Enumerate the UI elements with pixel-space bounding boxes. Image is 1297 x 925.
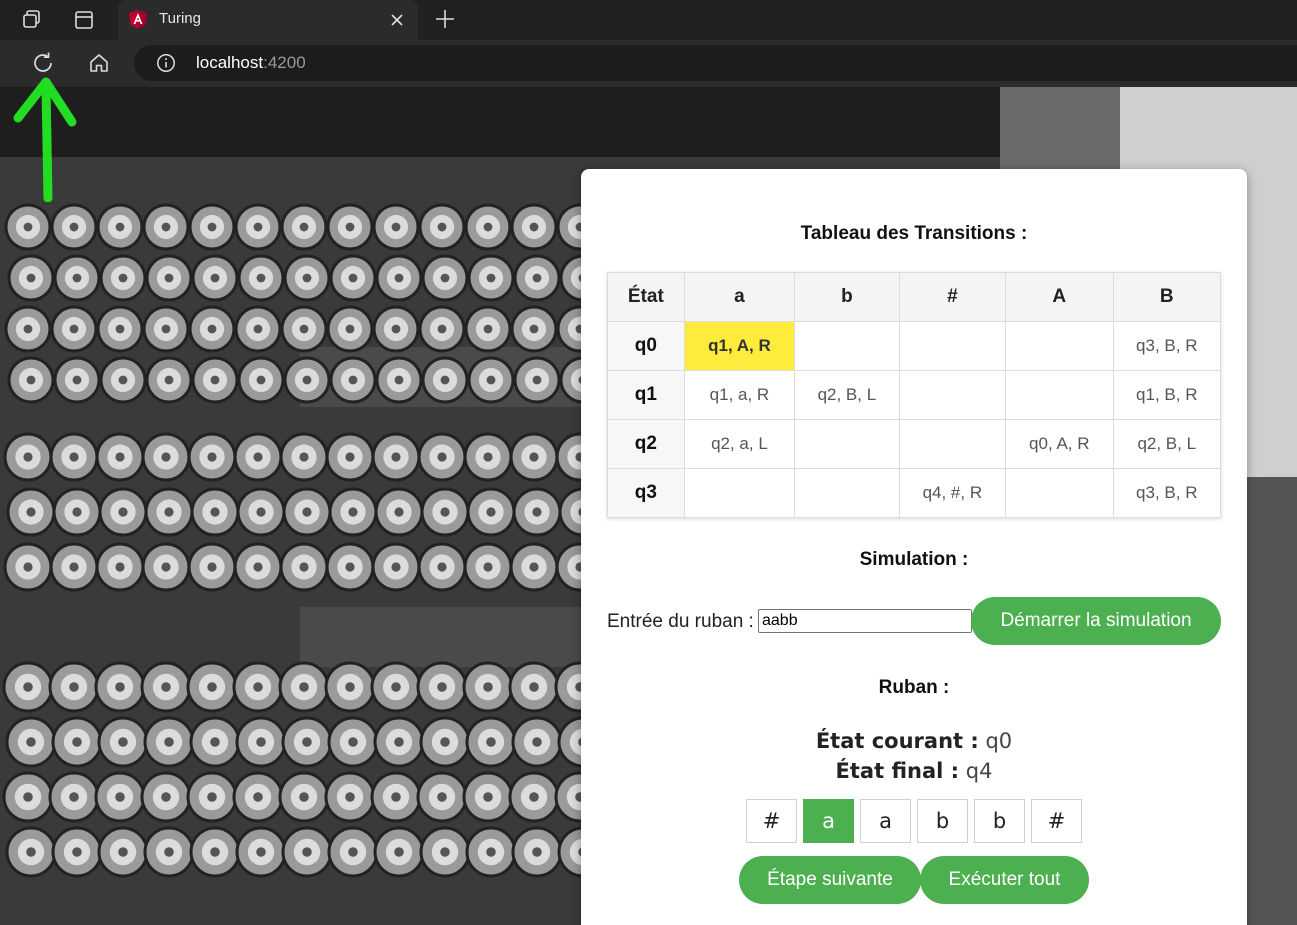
- tape-input-label: Entrée du ruban :: [607, 611, 754, 632]
- table-row: q2 q2, a, L q0, A, R q2, B, L: [607, 419, 1222, 469]
- transition-cell: [1005, 468, 1114, 518]
- angular-icon: [128, 9, 148, 29]
- tab-title: Turing: [159, 10, 201, 27]
- header-cell: A: [1005, 272, 1114, 322]
- home-icon[interactable]: [86, 50, 112, 76]
- simulation-title: Simulation :: [859, 549, 969, 570]
- current-state-label: État courant :: [815, 729, 979, 753]
- table-row: q3 q4, #, R q3, B, R: [607, 468, 1222, 518]
- url-field[interactable]: localhost:4200: [134, 45, 1297, 81]
- transition-cell: q3, B, R: [1112, 321, 1222, 371]
- transition-cell: [898, 321, 1007, 371]
- close-icon[interactable]: [388, 11, 406, 29]
- header-cell: B: [1112, 272, 1222, 322]
- url-text: localhost:4200: [196, 53, 306, 72]
- transition-cell: q1, a, R: [683, 370, 796, 420]
- transition-cell: q2, B, L: [794, 370, 900, 420]
- page-viewport: Tableau des Transitions : État a b # A B…: [0, 87, 1297, 925]
- transition-cell: q3, B, R: [1112, 468, 1222, 518]
- active-tab[interactable]: Turing: [118, 0, 418, 40]
- table-row: q0 q1, A, R q3, B, R: [607, 321, 1222, 371]
- transitions-table: État a b # A B q0 q1, A, R q3, B, R q1 q…: [607, 272, 1222, 518]
- transitions-title: Tableau des Transitions :: [800, 223, 1028, 244]
- state-cell: q1: [607, 370, 685, 420]
- tape-cell: #: [746, 799, 797, 843]
- turing-card: Tableau des Transitions : État a b # A B…: [581, 169, 1247, 925]
- transition-cell-highlighted: q1, A, R: [683, 321, 796, 371]
- transition-cell: [794, 468, 900, 518]
- transition-cell: q2, a, L: [683, 419, 796, 469]
- tape-input[interactable]: [758, 609, 972, 633]
- final-state-label: État final :: [835, 759, 960, 783]
- transition-cell: [1005, 321, 1114, 371]
- transition-cell: q1, B, R: [1112, 370, 1222, 420]
- transition-cell: [1005, 370, 1114, 420]
- current-state-line: État courant : q0: [581, 729, 1247, 753]
- transition-cell: [683, 468, 796, 518]
- state-cell: q2: [607, 419, 685, 469]
- header-cell: #: [898, 272, 1007, 322]
- tape-input-row: Entrée du ruban : Démarrer la simulation: [607, 597, 1221, 647]
- plus-icon[interactable]: [433, 7, 457, 31]
- transition-cell: q2, B, L: [1112, 419, 1222, 469]
- transition-cell: q4, #, R: [898, 468, 1007, 518]
- start-simulation-button[interactable]: Démarrer la simulation: [971, 597, 1221, 645]
- state-cell: q3: [607, 468, 685, 518]
- final-state-value: q4: [965, 759, 993, 783]
- tape-cell-head: a: [803, 799, 854, 843]
- transition-cell: [794, 321, 900, 371]
- transition-cell: [898, 419, 1007, 469]
- final-state-line: État final : q4: [581, 759, 1247, 783]
- address-bar: localhost:4200: [0, 40, 1297, 87]
- header-cell: a: [683, 272, 796, 322]
- tape: # a a b b #: [746, 799, 1082, 843]
- run-all-button[interactable]: Exécuter tout: [920, 856, 1089, 904]
- info-icon[interactable]: [156, 53, 176, 73]
- tape-cell: b: [917, 799, 968, 843]
- state-cell: q0: [607, 321, 685, 371]
- tape-cell: b: [974, 799, 1025, 843]
- tape-cell: #: [1031, 799, 1082, 843]
- header-cell: b: [794, 272, 900, 322]
- transition-cell: [898, 370, 1007, 420]
- table-row: q1 q1, a, R q2, B, L q1, B, R: [607, 370, 1222, 420]
- header-cell: État: [607, 272, 685, 322]
- annotation-arrow-icon: [13, 77, 77, 202]
- tab-strip: Turing: [0, 0, 1297, 40]
- tab-actions-icon[interactable]: [72, 8, 96, 32]
- ruban-title: Ruban :: [878, 677, 950, 698]
- table-header-row: État a b # A B: [607, 272, 1222, 322]
- tape-cell: a: [860, 799, 911, 843]
- current-state-value: q0: [985, 729, 1013, 753]
- next-step-button[interactable]: Étape suivante: [739, 856, 921, 904]
- transition-cell: [794, 419, 900, 469]
- workspaces-icon[interactable]: [20, 8, 44, 32]
- transition-cell: q0, A, R: [1005, 419, 1114, 469]
